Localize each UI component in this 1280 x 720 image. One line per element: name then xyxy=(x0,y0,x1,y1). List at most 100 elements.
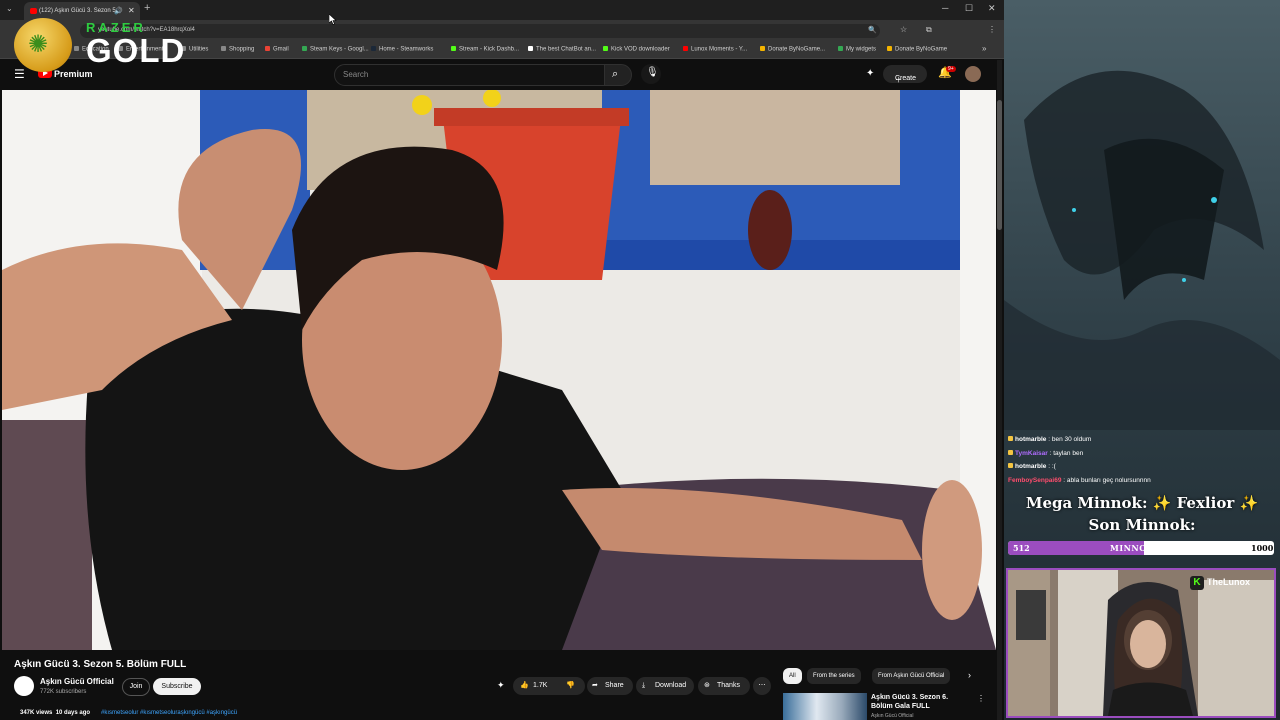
download-label: Download xyxy=(655,682,687,689)
chat-badge-icon xyxy=(1008,449,1013,455)
like-dislike-group: 👍 1.7K 👎 xyxy=(513,677,585,695)
bookmark-item[interactable]: Donate ByNoGame xyxy=(887,46,947,53)
next-video-channel[interactable]: Aşkın Gücü Official xyxy=(871,713,913,719)
create-label: Create xyxy=(895,75,917,82)
razer-gold-badge: ✺ xyxy=(14,18,72,72)
bookmark-favicon-icon xyxy=(371,46,376,51)
chat-username: FemboySenpai69 xyxy=(1008,476,1062,484)
bookmark-favicon-icon xyxy=(603,46,608,51)
kick-logo-icon: K xyxy=(1190,576,1204,590)
thanks-button[interactable]: ⊛ Thanks xyxy=(698,677,750,695)
bookmark-label: Stream - Kick Dashb... xyxy=(459,46,520,53)
chip-from-channel[interactable]: From Aşkın Gücü Official xyxy=(872,668,951,684)
next-video-title[interactable]: Aşkın Gücü 3. Sezon 6. Bölüm Gala FULL xyxy=(871,693,971,711)
hamburger-menu-icon[interactable]: ☰ xyxy=(14,67,25,81)
bookmark-item[interactable]: Steam Keys - Googl... xyxy=(302,46,369,53)
join-button[interactable]: Join xyxy=(122,678,150,696)
chat-text: ben 30 oldum xyxy=(1051,436,1092,443)
scrollbar-thumb[interactable] xyxy=(997,100,1002,230)
notification-count-badge: 9+ xyxy=(946,66,956,72)
voice-search-button[interactable]: 🎙 xyxy=(641,64,661,84)
browser-menu-icon[interactable]: ⋮ xyxy=(988,25,996,34)
video-frame xyxy=(2,90,996,650)
chip-from-series[interactable]: From the series xyxy=(807,668,861,684)
account-avatar[interactable] xyxy=(965,66,981,82)
search-input[interactable]: Search xyxy=(334,64,606,86)
chat-message: TymKaisar : taylan ben xyxy=(1008,449,1084,457)
bookmark-favicon-icon xyxy=(265,46,270,51)
microphone-icon: 🎙 xyxy=(646,67,659,78)
bookmark-favicon-icon xyxy=(74,46,79,51)
chat-message: hotmarble : ben 30 oldum xyxy=(1008,436,1091,443)
bookmark-star-icon[interactable]: ☆ xyxy=(900,25,907,34)
download-button[interactable]: ⤓ Download xyxy=(636,677,694,695)
bookmark-favicon-icon xyxy=(838,46,843,51)
next-video-thumbnail[interactable] xyxy=(783,693,867,720)
video-player[interactable] xyxy=(2,90,996,650)
tab-strip xyxy=(0,0,1004,20)
new-tab-button[interactable]: + xyxy=(144,2,150,14)
youtube-premium-label[interactable]: Premium xyxy=(54,69,93,79)
gold-wordmark: GOLD xyxy=(86,32,186,69)
bookmark-label: Lunox Moments - Y... xyxy=(691,46,748,53)
chat-username: hotmarble xyxy=(1015,463,1047,470)
more-actions-icon[interactable]: ⋯ xyxy=(753,677,771,695)
share-icon: ➦ xyxy=(592,682,598,689)
more-bookmarks-icon[interactable]: » xyxy=(982,44,986,53)
chat-username: TymKaisar xyxy=(1015,449,1048,457)
bookmark-item[interactable]: Shopping xyxy=(221,46,254,53)
minimize-button[interactable]: ─ xyxy=(942,3,948,13)
tab-search-icon[interactable]: ⌄ xyxy=(6,4,13,13)
next-video-menu-icon[interactable]: ⋮ xyxy=(977,694,985,703)
like-icon[interactable]: 👍 xyxy=(520,677,529,695)
son-minnok-line: Son Minnok: xyxy=(1088,516,1196,534)
extensions-icon[interactable]: ⧉ xyxy=(926,25,932,35)
chat-overlay: hotmarble : ben 30 oldum TymKaisar : tayl… xyxy=(1004,433,1280,489)
speaker-icon[interactable]: 🔊 xyxy=(114,7,123,15)
channel-avatar[interactable] xyxy=(14,676,34,696)
subscriber-count: 772K subscribers xyxy=(40,689,87,695)
mega-minnok-line: Mega Minnok: ✨ Fexlior ✨ xyxy=(1025,494,1259,512)
download-icon: ⤓ xyxy=(642,682,646,689)
share-button[interactable]: ➦ Share xyxy=(587,677,633,695)
bookmark-item[interactable]: Gmail xyxy=(265,46,289,53)
bookmark-label: The best ChatBot an... xyxy=(536,46,597,53)
close-window-button[interactable]: ✕ xyxy=(988,3,996,14)
bookmark-item[interactable]: Home - Steamworks xyxy=(371,46,433,53)
address-bar[interactable]: youtube.com/watch?v=EA18hrqXol4 xyxy=(80,24,880,38)
streamer-brand: TheLunox xyxy=(1207,577,1250,587)
cast-icon[interactable]: ✦ xyxy=(866,68,874,79)
bookmark-favicon-icon xyxy=(528,46,533,51)
bookmark-item[interactable]: Stream - Kick Dashb... xyxy=(451,46,519,53)
goal-target: 1000 xyxy=(1251,543,1274,553)
search-placeholder: Search xyxy=(343,70,369,79)
chat-text: :( xyxy=(1051,463,1056,470)
chat-message: FemboySenpai69 : abla bunları geç nolurs… xyxy=(1008,477,1151,484)
bookmark-favicon-icon xyxy=(887,46,892,51)
chip-all[interactable]: All xyxy=(783,668,802,684)
bookmark-favicon-icon xyxy=(683,46,688,51)
chat-message: hotmarble : :( xyxy=(1008,463,1056,470)
maximize-button[interactable]: ☐ xyxy=(965,3,973,14)
zoom-icon[interactable]: 🔍 xyxy=(868,26,877,34)
close-tab-icon[interactable]: ✕ xyxy=(128,6,135,15)
subscribe-button[interactable]: Subscribe xyxy=(153,678,201,695)
bookmark-item[interactable]: Donate ByNoGame... xyxy=(760,46,825,53)
view-stats: 347K views 10 days ago xyxy=(20,710,90,716)
channel-name[interactable]: Aşkın Gücü Official xyxy=(40,677,114,686)
bookmark-item[interactable]: Lunox Moments - Y... xyxy=(683,46,747,53)
ask-sparkle-icon[interactable]: ✦ xyxy=(497,680,505,691)
create-button[interactable]: ＋ Create xyxy=(883,65,927,84)
chips-next-chevron-icon[interactable]: › xyxy=(968,670,971,680)
dislike-icon[interactable]: 👎 xyxy=(566,677,575,695)
chat-text: taylan ben xyxy=(1053,449,1084,457)
chat-text: abla bunları geç nolursunnnn xyxy=(1066,476,1151,484)
bookmark-item[interactable]: The best ChatBot an... xyxy=(528,46,596,53)
hashtags[interactable]: #kısmetseolur #kısmetseolurașkıngücü #aş… xyxy=(101,710,237,716)
like-count[interactable]: 1.7K xyxy=(533,677,547,695)
bookmark-item[interactable]: Kick VOD downloader xyxy=(603,46,670,53)
search-button[interactable]: ⌕ xyxy=(604,64,632,86)
bookmark-item[interactable]: My widgets xyxy=(838,46,876,53)
tab-title: (122) Aşkın Gücü 3. Sezon 5... xyxy=(39,8,121,14)
bookmark-label: Donate ByNoGame... xyxy=(768,46,826,53)
